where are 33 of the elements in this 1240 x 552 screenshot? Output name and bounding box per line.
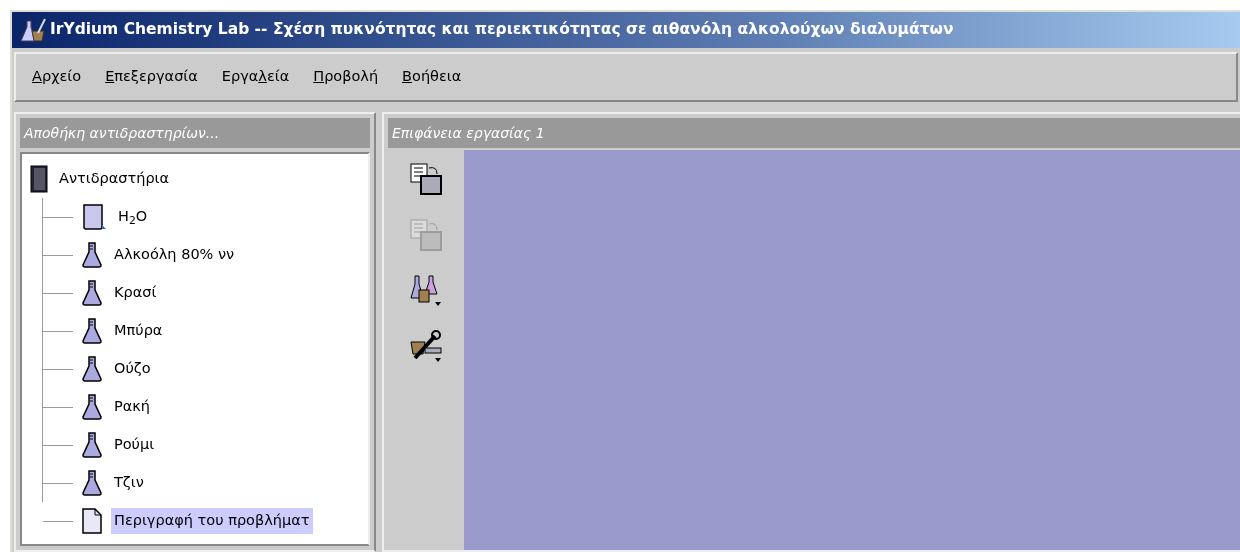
tree-item[interactable]: H$_{2}$O: [115, 204, 151, 230]
tree-item[interactable]: Περιγραφή του προβλήματ: [111, 508, 313, 534]
glassware-icon: [409, 274, 443, 308]
tree-item[interactable]: Κρασί: [111, 280, 160, 306]
document-icon: [81, 507, 103, 535]
tree-item[interactable]: Αντιδραστήρια: [56, 166, 173, 192]
flask-icon: [81, 393, 103, 421]
toolbar-button[interactable]: [407, 160, 445, 198]
paste-icon: [409, 218, 443, 252]
menu-item[interactable]: Εργαλεία: [221, 66, 290, 88]
flask-icon: [81, 469, 103, 497]
panel-title: Αποθήκη αντιδραστηρίων...: [20, 118, 370, 148]
menu-item[interactable]: Προβολή: [313, 66, 379, 88]
flask-icon: [81, 431, 103, 459]
tree-item[interactable]: Μπύρα: [111, 318, 166, 344]
flask-icon: [81, 355, 103, 383]
copy-icon: [409, 162, 443, 196]
flask-icon: [81, 279, 103, 307]
tree-item[interactable]: Ρούμι: [111, 432, 158, 458]
menu-item[interactable]: Επεξεργασία: [105, 66, 198, 88]
panel-title: Επιφάνεια εργασίας 1: [388, 118, 1240, 148]
menu-item[interactable]: Βοήθεια: [402, 66, 462, 88]
menu-item[interactable]: Αρχείο: [32, 66, 82, 88]
tree-item[interactable]: Αλκοόλη 80% νν: [111, 242, 238, 268]
window-title: IrYdium Chemistry Lab -- Σχέση πυκνότητας και περιεκτικότητας σε αιθανόλη αλκολούχων διαλυμάτων: [50, 19, 954, 41]
beaker-icon: [81, 203, 107, 231]
tree-item[interactable]: Τζιν: [111, 470, 147, 496]
flask-icon: [81, 241, 103, 269]
cabinet-icon: [30, 165, 48, 193]
tree-item[interactable]: Ούζο: [111, 356, 154, 382]
tools-icon: [409, 330, 443, 364]
tree-item[interactable]: Ρακή: [111, 394, 154, 420]
flask-icon: [81, 317, 103, 345]
